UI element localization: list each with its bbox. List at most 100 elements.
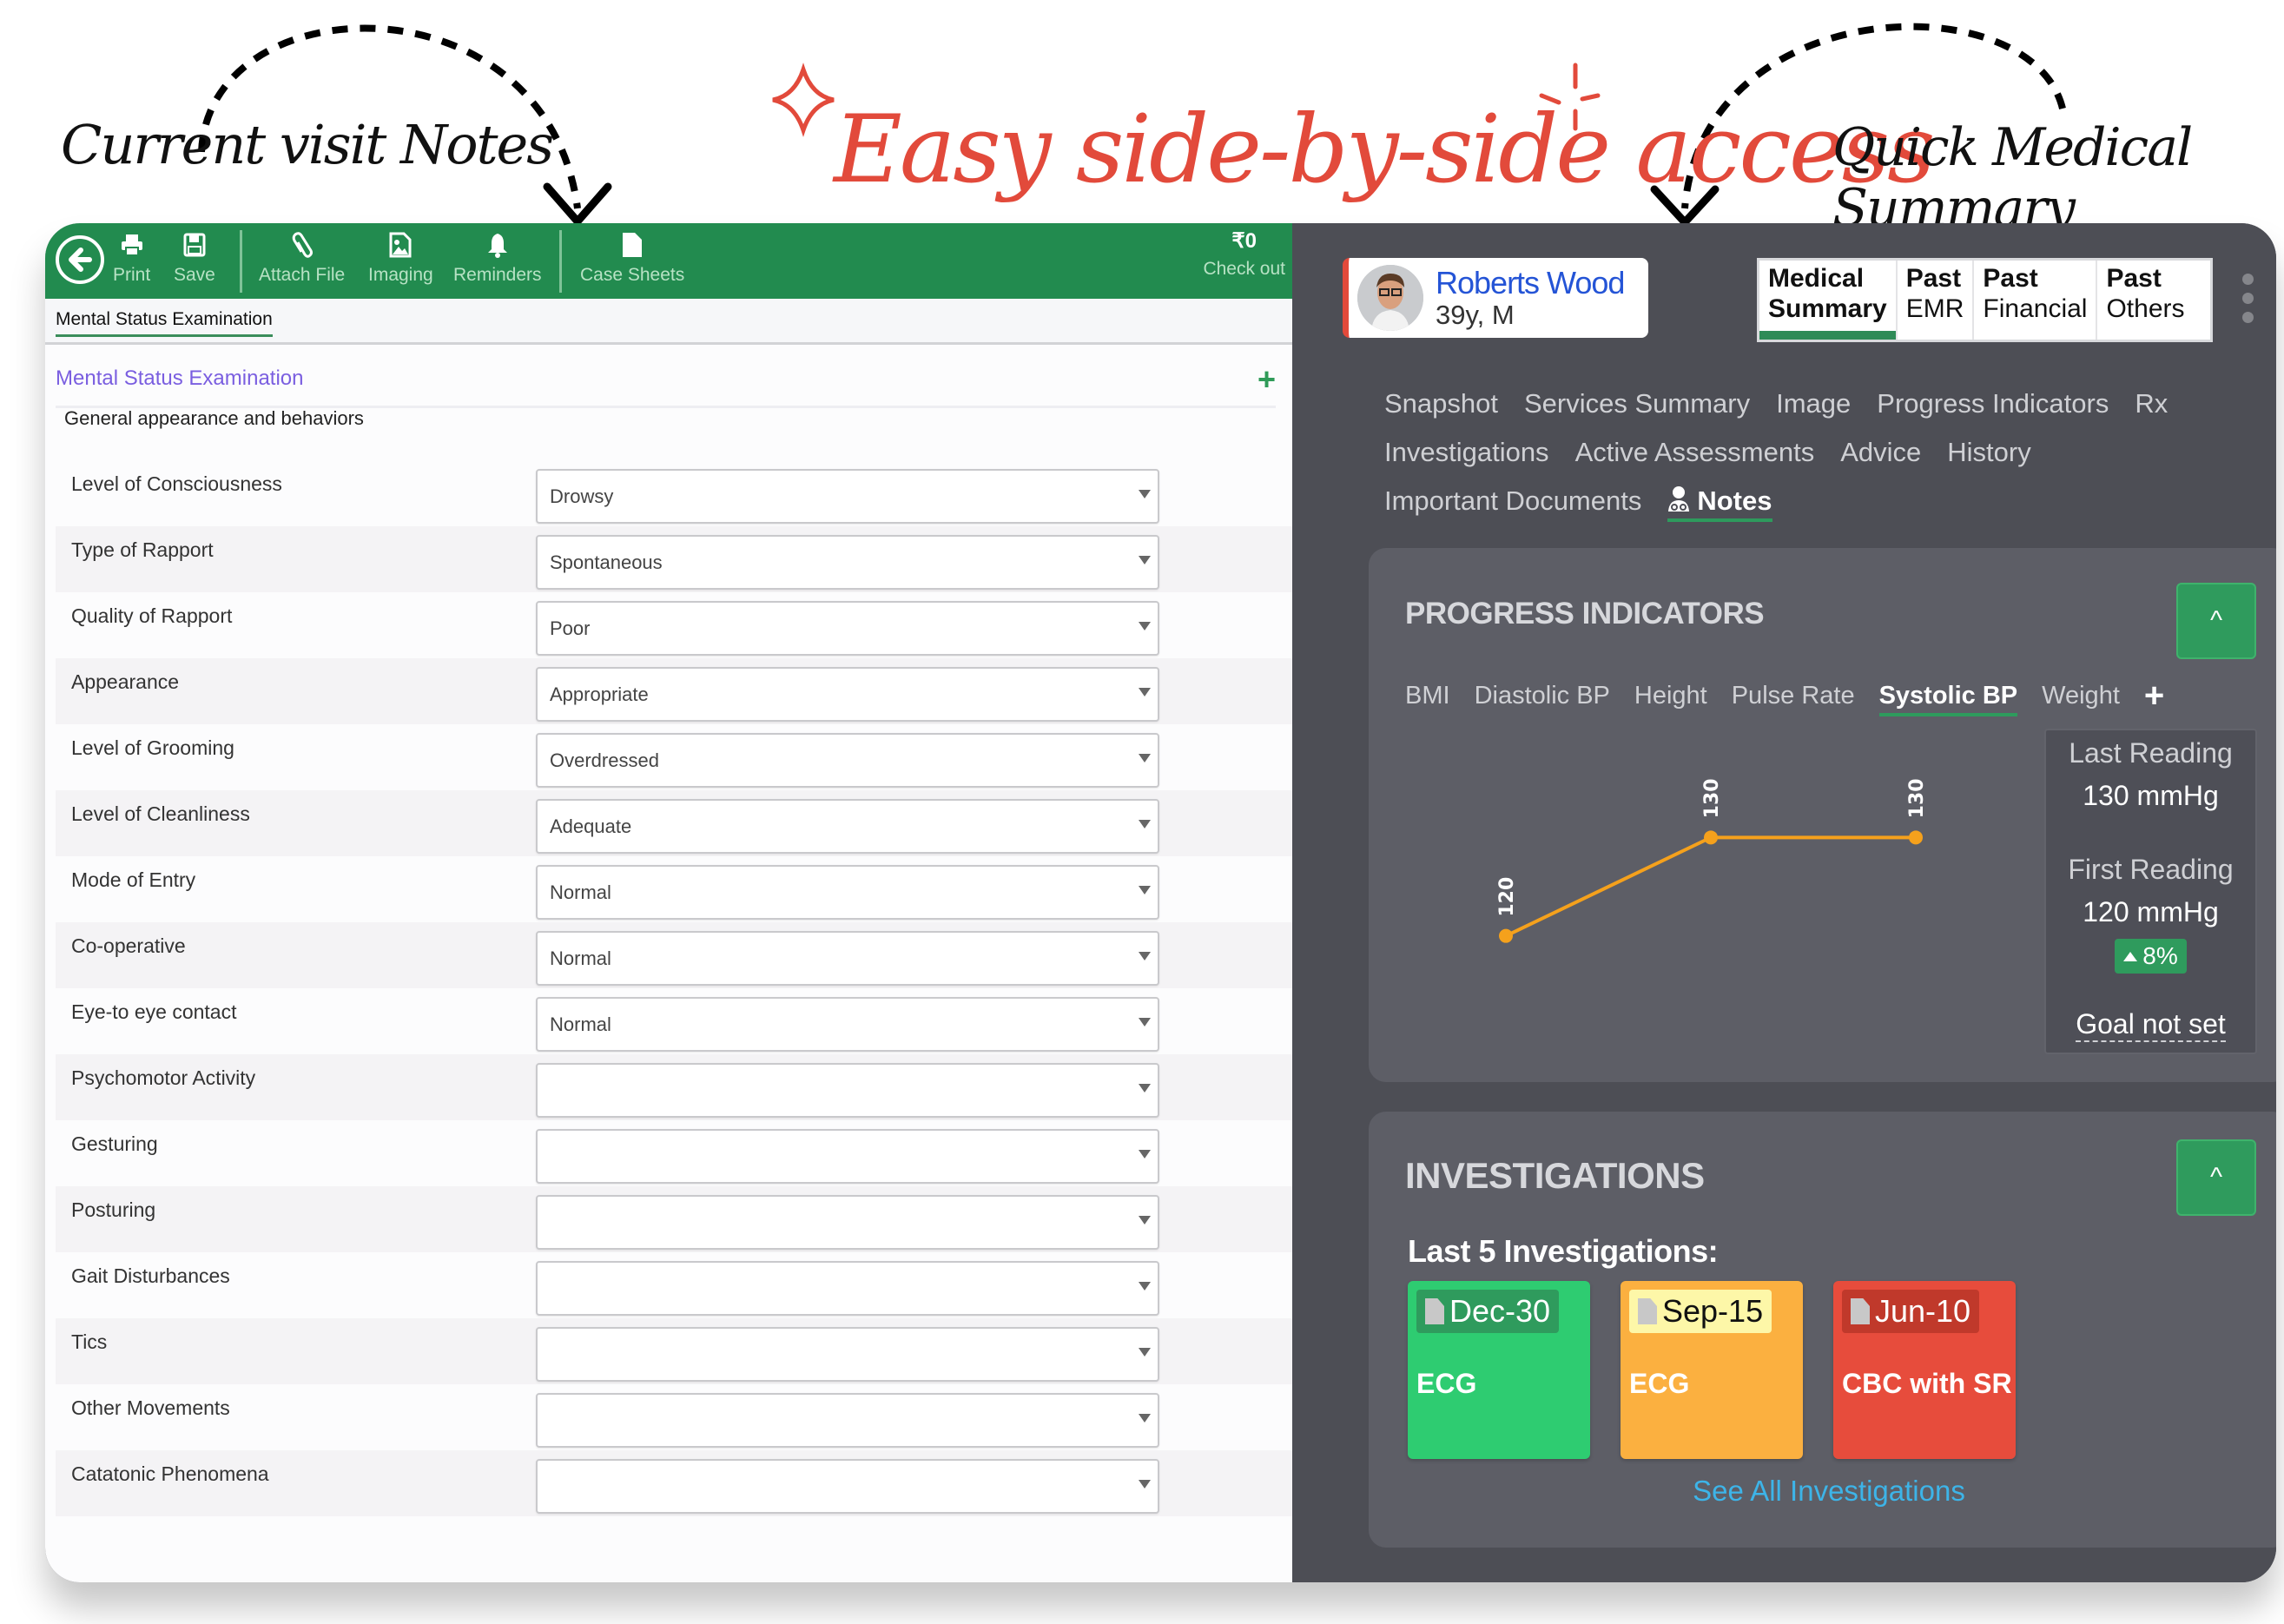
bell-icon xyxy=(487,234,507,258)
progress-tab-diastolic-bp[interactable]: Diastolic BP xyxy=(1475,682,1610,710)
last-reading-value: 130 mmHg xyxy=(2083,780,2219,811)
summary-tab[interactable]: Medical Summary xyxy=(1759,261,1898,340)
change-value: 8% xyxy=(2142,942,2178,969)
field-label: Level of Grooming xyxy=(71,736,234,759)
field-select[interactable]: Normal xyxy=(536,931,1159,986)
field-value: Normal xyxy=(550,881,611,903)
form-row: Level of Consciousness Drowsy xyxy=(56,460,1292,526)
back-button[interactable] xyxy=(56,235,104,284)
nav-link-image[interactable]: Image xyxy=(1776,388,1851,419)
summary-tab[interactable]: Past Financial xyxy=(1974,261,2098,340)
investigation-card[interactable]: Dec-30 ECG xyxy=(1408,1281,1590,1459)
form-row: Level of Grooming Overdressed xyxy=(56,724,1292,790)
annotation-current-visit-notes: Current visit Notes xyxy=(61,113,554,176)
data-point[interactable] xyxy=(1704,830,1718,845)
systolic-bp-chart: 120 130 130 xyxy=(1496,778,1928,943)
progress-tab-weight[interactable]: Weight xyxy=(2042,682,2120,710)
file-icon xyxy=(1425,1298,1444,1324)
kebab-dot-icon xyxy=(2242,312,2254,323)
form-row: Psychomotor Activity xyxy=(56,1054,1292,1120)
patient-card[interactable]: Roberts Wood 39y, M xyxy=(1343,258,1648,338)
summary-nav: Snapshot Services Summary Image Progress In… xyxy=(1384,388,2253,534)
field-select[interactable] xyxy=(536,1459,1159,1514)
summary-tab[interactable]: Past Others xyxy=(2097,261,2193,340)
data-point[interactable] xyxy=(1909,830,1923,845)
nav-link-progress-indicators[interactable]: Progress Indicators xyxy=(1877,388,2109,419)
investigation-card[interactable]: Jun-10 CBC with SR xyxy=(1833,1281,2016,1459)
field-select[interactable]: Poor xyxy=(536,601,1159,656)
see-all-investigations-link[interactable]: See All Investigations xyxy=(1369,1475,2276,1508)
field-label: Mode of Entry xyxy=(71,868,196,891)
field-select[interactable] xyxy=(536,1327,1159,1382)
nav-link-label: Advice xyxy=(1840,437,1922,467)
nav-link-label: Rx xyxy=(2135,388,2168,419)
nav-link-investigations[interactable]: Investigations xyxy=(1384,437,1549,468)
nav-link-advice[interactable]: Advice xyxy=(1840,437,1921,468)
imaging-button[interactable]: Imaging xyxy=(368,230,433,286)
nav-link-active-assessments[interactable]: Active Assessments xyxy=(1575,437,1815,468)
field-select[interactable]: Spontaneous xyxy=(536,535,1159,590)
data-point[interactable] xyxy=(1499,928,1513,943)
nav-link-history[interactable]: History xyxy=(1947,437,2030,468)
nav-link-services-summary[interactable]: Services Summary xyxy=(1524,388,1750,419)
group-title: General appearance and behaviors xyxy=(64,407,364,429)
field-select[interactable]: Overdressed xyxy=(536,733,1159,788)
progress-tab-pulse-rate[interactable]: Pulse Rate xyxy=(1732,682,1855,710)
tab-mental-status-examination[interactable]: Mental Status Examination xyxy=(56,309,273,337)
field-select[interactable]: Appropriate xyxy=(536,667,1159,722)
patient-name[interactable]: Roberts Wood xyxy=(1436,265,1625,301)
progress-tab-bmi[interactable]: BMI xyxy=(1405,682,1450,710)
field-select[interactable] xyxy=(536,1393,1159,1448)
investigations-title: INVESTIGATIONS xyxy=(1405,1155,1705,1196)
field-select[interactable]: Normal xyxy=(536,865,1159,920)
print-button[interactable]: Print xyxy=(113,230,150,286)
field-value: Normal xyxy=(550,1013,611,1035)
app-window: Print Save Attach File Imaging Reminders xyxy=(45,223,2276,1582)
attach-file-button[interactable]: Attach File xyxy=(259,230,345,286)
goal-link[interactable]: Goal not set xyxy=(2076,1008,2226,1042)
progress-indicators-card: PROGRESS INDICATORS ^ BMI Diastolic BP Hei… xyxy=(1369,548,2276,1082)
progress-tab-height[interactable]: Height xyxy=(1634,682,1707,710)
nav-link-label: Progress Indicators xyxy=(1877,388,2109,419)
add-section-button[interactable]: + xyxy=(1258,361,1276,398)
field-select[interactable] xyxy=(536,1195,1159,1250)
nav-link-rx[interactable]: Rx xyxy=(2135,388,2168,419)
annotation-quick-medical-summary: Quick Medical Summary xyxy=(1832,117,2193,239)
field-select[interactable]: Drowsy xyxy=(536,469,1159,524)
progress-tab-systolic-bp[interactable]: Systolic BP xyxy=(1878,682,2018,716)
save-button[interactable]: Save xyxy=(174,230,215,286)
toolbar: Print Save Attach File Imaging Reminders xyxy=(45,223,1292,299)
kebab-dot-icon xyxy=(2242,293,2254,304)
caret-down-icon xyxy=(1139,1282,1151,1291)
investigation-name: CBC with SR xyxy=(1842,1368,2012,1399)
annotation-headline: Easy side-by-side access xyxy=(834,96,1936,204)
kebab-dot-icon xyxy=(2242,274,2254,285)
field-select[interactable] xyxy=(536,1129,1159,1184)
form-row: Quality of Rapport Poor xyxy=(56,592,1292,658)
checkout-button[interactable]: ₹0 Check out xyxy=(1203,228,1285,280)
add-indicator-button[interactable]: + xyxy=(2144,677,2164,716)
caret-down-icon xyxy=(1139,1150,1151,1159)
case-sheets-button[interactable]: Case Sheets xyxy=(580,230,684,286)
investigation-card[interactable]: Sep-15 ECG xyxy=(1621,1281,1803,1459)
first-reading-value: 120 mmHg xyxy=(2083,896,2219,928)
field-value: Adequate xyxy=(550,815,632,837)
summary-tab-line2: EMR xyxy=(1905,294,1964,323)
reminders-button[interactable]: Reminders xyxy=(453,230,542,286)
summary-tab[interactable]: Past EMR xyxy=(1898,261,1975,340)
nav-link-snapshot[interactable]: Snapshot xyxy=(1384,388,1498,419)
form-row: Type of Rapport Spontaneous xyxy=(56,526,1292,592)
field-value: Spontaneous xyxy=(550,551,663,573)
nav-link-notes[interactable]: Notes xyxy=(1667,485,1772,522)
collapse-progress-button[interactable]: ^ xyxy=(2176,583,2256,659)
field-select[interactable] xyxy=(536,1261,1159,1316)
triangle-up-icon xyxy=(2123,952,2138,961)
toolbar-divider xyxy=(559,230,562,293)
collapse-investigations-button[interactable]: ^ xyxy=(2176,1139,2256,1216)
nav-link-important-documents[interactable]: Important Documents xyxy=(1384,485,1641,517)
more-options-button[interactable] xyxy=(2242,274,2254,331)
field-select[interactable]: Adequate xyxy=(536,799,1159,854)
form-row: Catatonic Phenomena xyxy=(56,1450,1292,1516)
field-select[interactable] xyxy=(536,1063,1159,1118)
field-select[interactable]: Normal xyxy=(536,997,1159,1052)
